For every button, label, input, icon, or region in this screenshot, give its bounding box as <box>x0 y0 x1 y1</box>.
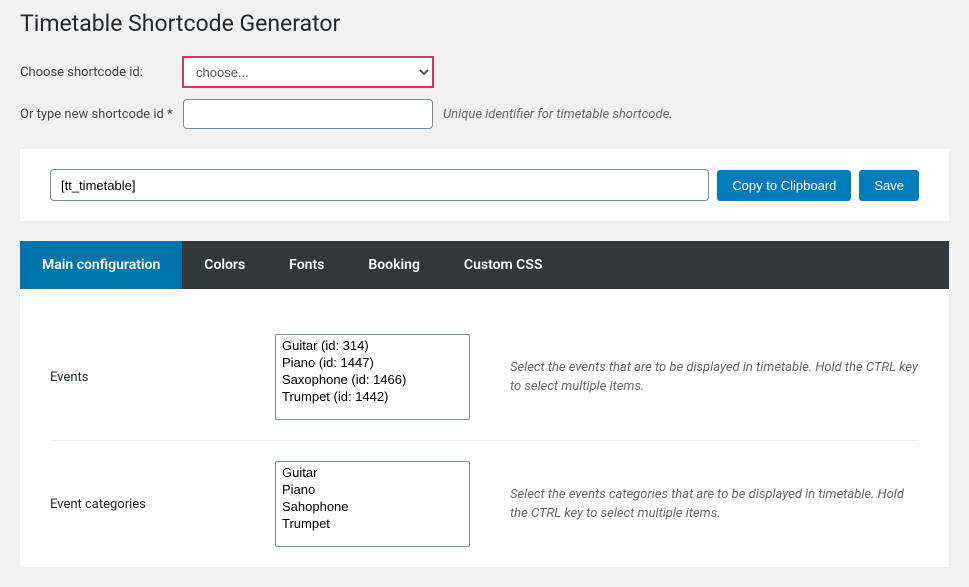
events-control: Guitar (id: 314) Piano (id: 1447) Saxoph… <box>275 334 470 420</box>
tab-colors[interactable]: Colors <box>182 241 267 289</box>
page-wrap: Timetable Shortcode Generator Choose sho… <box>0 0 969 587</box>
shortcode-bar: Copy to Clipboard Save <box>20 149 949 221</box>
tabs: Main configuration Colors Fonts Booking … <box>20 241 949 289</box>
new-shortcode-hint: Unique identifier for timetable shortcod… <box>443 107 673 122</box>
tab-fonts[interactable]: Fonts <box>267 241 346 289</box>
choose-shortcode-label: Choose shortcode id: <box>20 65 183 80</box>
shortcode-output[interactable] <box>50 169 709 201</box>
list-item[interactable]: Piano <box>278 481 467 498</box>
list-item[interactable]: Trumpet (id: 1442) <box>278 388 467 405</box>
choose-shortcode-select[interactable]: choose... <box>183 57 433 87</box>
events-label: Events <box>50 370 275 385</box>
list-item[interactable]: Piano (id: 1447) <box>278 354 467 371</box>
new-shortcode-label: Or type new shortcode id * <box>20 107 183 122</box>
list-item[interactable]: Guitar <box>278 464 467 481</box>
categories-multiselect[interactable]: Guitar Piano Sahophone Trumpet <box>275 461 470 547</box>
categories-label: Event categories <box>50 497 275 512</box>
events-desc: Select the events that are to be display… <box>510 358 919 397</box>
events-row: Events Guitar (id: 314) Piano (id: 1447)… <box>50 314 919 441</box>
list-item[interactable]: Saxophone (id: 1466) <box>278 371 467 388</box>
list-item[interactable]: Sahophone <box>278 498 467 515</box>
categories-control: Guitar Piano Sahophone Trumpet <box>275 461 470 547</box>
tab-custom-css[interactable]: Custom CSS <box>442 241 565 289</box>
new-shortcode-row: Or type new shortcode id * Unique identi… <box>20 99 949 129</box>
choose-shortcode-row: Choose shortcode id: choose... <box>20 57 949 87</box>
new-shortcode-input[interactable] <box>183 99 433 129</box>
tab-main-configuration[interactable]: Main configuration <box>20 241 182 289</box>
tab-booking[interactable]: Booking <box>346 241 442 289</box>
panel-main: Events Guitar (id: 314) Piano (id: 1447)… <box>20 289 949 567</box>
categories-row: Event categories Guitar Piano Sahophone … <box>50 441 919 567</box>
page-title: Timetable Shortcode Generator <box>20 10 949 37</box>
list-item[interactable]: Guitar (id: 314) <box>278 337 467 354</box>
copy-button[interactable]: Copy to Clipboard <box>717 170 851 201</box>
events-multiselect[interactable]: Guitar (id: 314) Piano (id: 1447) Saxoph… <box>275 334 470 420</box>
save-button[interactable]: Save <box>859 170 919 201</box>
